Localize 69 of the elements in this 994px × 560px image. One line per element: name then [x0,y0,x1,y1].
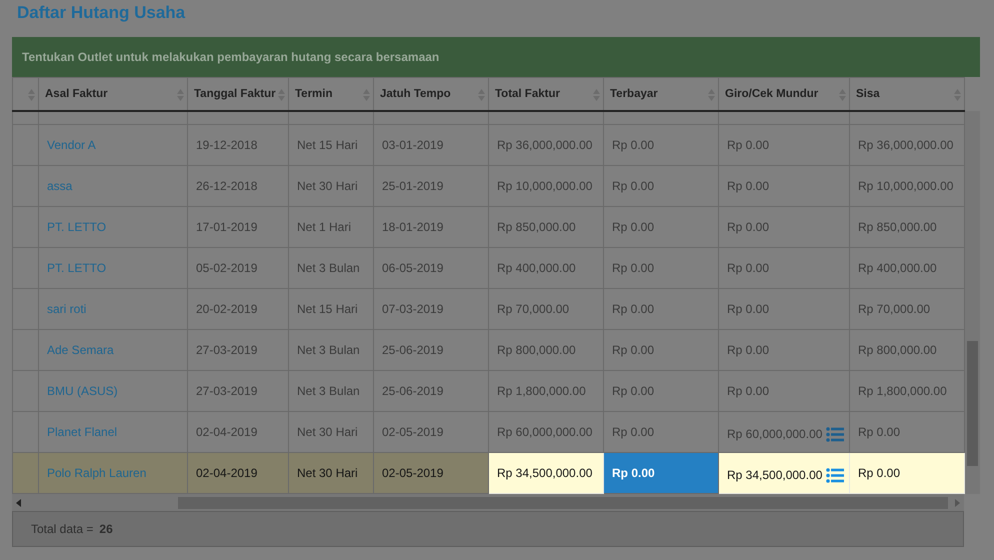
table-cell: 27-03-2019 [188,370,288,412]
table-cell: Rp 1,800,000.00 [488,370,604,412]
table-cell: Net 30 Hari [288,166,374,206]
total-label: Total data = [31,522,94,536]
table-cell: Net 15 Hari [288,288,374,330]
table-cell: 07-03-2019 [374,288,488,330]
table-cell: 19-12-2018 [188,124,288,166]
total-count: 26 [99,522,113,536]
table-cell: Net 3 Bulan [288,330,374,370]
table-cell: Rp 400,000.00 [488,248,604,288]
table-cell: Rp 0.00 [604,288,718,330]
scroll-right-icon[interactable] [955,498,960,506]
table-cell: Net 30 Hari [288,452,374,494]
table-cell: Rp 850,000.00 [488,206,604,248]
table-cell: Rp 0.00 [604,370,718,412]
column-header[interactable]: Terbayar [604,78,718,111]
table-cell: Rp 0.00 [727,302,770,316]
table-cell: Rp 34,500,000.00 [488,452,604,494]
list-icon[interactable] [826,468,844,482]
table-cell: 03-01-2019 [374,124,488,166]
table-cell: Rp 0.00 [727,384,770,398]
table-cell: Net 3 Bulan [288,370,374,412]
column-header[interactable]: Sisa [850,78,964,111]
table-cell: 27-03-2019 [188,330,288,370]
table-cell: Rp 60,000,000.00 [727,427,822,441]
table-cell: Rp 800,000.00 [488,330,604,370]
column-header[interactable]: Termin [288,78,374,111]
table-cell: 26-12-2018 [188,166,288,206]
table-cell: 02-04-2019 [188,452,288,494]
table-cell: Rp 0.00 [604,330,718,370]
table-cell: Rp 0.00 [604,166,718,206]
table-cell: Net 3 Bulan [288,248,374,288]
table-cell: 17-01-2019 [188,206,288,248]
table-cell: 25-01-2019 [374,166,488,206]
table-cell: Net 1 Hari [288,206,374,248]
column-header[interactable]: Giro/Cek Mundur [718,78,850,111]
table-cell: 25-06-2019 [374,370,488,412]
table-cell: 05-02-2019 [188,248,288,288]
table-cell: Rp 0.00 [727,343,770,357]
table-cell: Rp 0.00 [604,248,718,288]
table-cell: 20-02-2019 [188,288,288,330]
column-header[interactable]: Jatuh Tempo [374,78,488,111]
page-title: Daftar Hutang Usaha [17,4,186,24]
table-cell: Rp 34,500,000.00 [727,468,822,482]
scroll-left-icon[interactable] [16,498,21,506]
table-cell: 18-01-2019 [374,206,488,248]
table-cell: Rp 0.00 [850,452,964,494]
table-cell: Rp 0.00 [727,220,770,234]
horizontal-scrollbar[interactable] [12,494,964,511]
list-icon[interactable] [826,426,844,442]
table-cell: Rp 0.00 [727,179,770,193]
column-header[interactable]: Asal Faktur [38,78,188,111]
table-cell: 25-06-2019 [374,330,488,370]
column-header[interactable] [12,78,38,111]
table-cell: Rp 0.00 [604,124,718,166]
table-cell: 02-05-2019 [374,452,488,494]
table-cell: Rp 36,000,000.00 [488,124,604,166]
table-cell: Rp 10,000,000.00 [488,166,604,206]
notice-banner: Tentukan Outlet untuk melakukan pembayaran hutang secara bersamaan [12,37,980,77]
vertical-scrollbar[interactable] [965,111,980,494]
table-cell: Rp 0.00 [727,138,770,152]
table-cell: Net 15 Hari [288,124,374,166]
table-cell: 06-05-2019 [374,248,488,288]
table-cell: Rp 0.00 [604,206,718,248]
column-header[interactable]: Total Faktur [488,78,604,111]
column-header[interactable]: Tanggal Faktur [188,78,288,111]
table-cell[interactable]: Rp 0.00 [604,452,718,494]
table-cell: Rp 70,000.00 [488,288,604,330]
table-cell: Rp 0.00 [727,261,770,275]
